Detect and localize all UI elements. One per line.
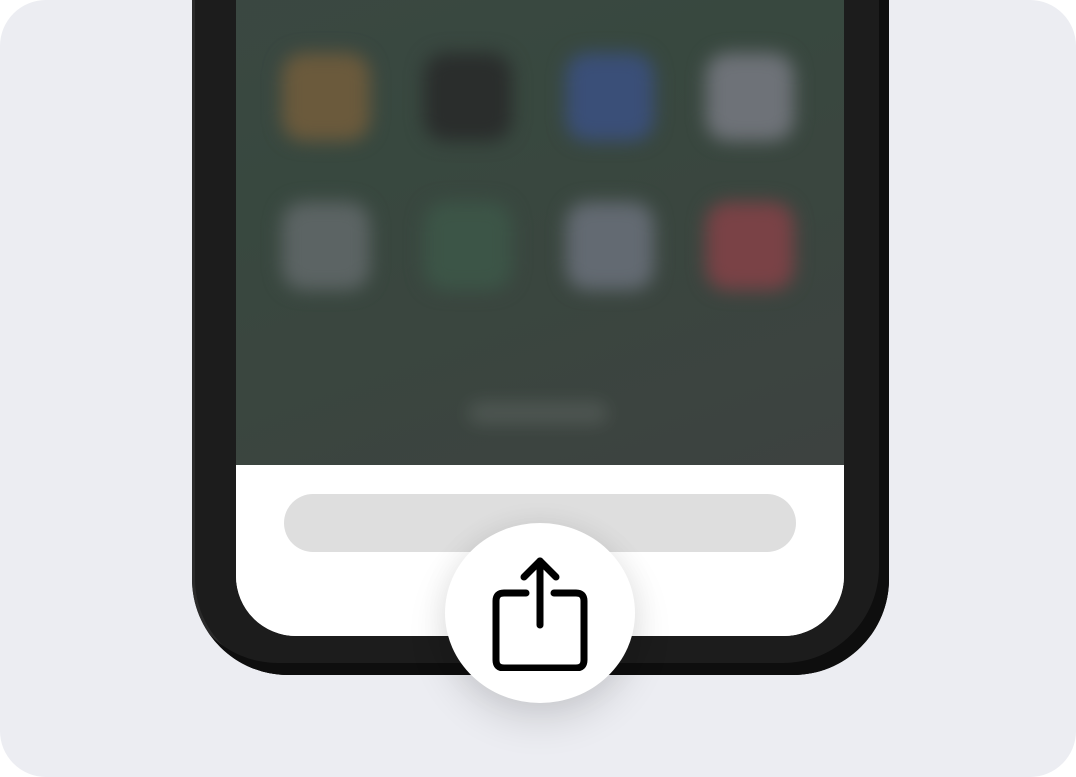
app-icon-green xyxy=(424,202,512,290)
blurred-home-screen xyxy=(236,0,844,465)
app-grid xyxy=(236,0,844,465)
share-button[interactable] xyxy=(445,523,635,703)
app-icon-white xyxy=(706,53,794,141)
app-icon-red xyxy=(706,202,794,290)
app-icon-light xyxy=(566,202,654,290)
app-icon-orange xyxy=(282,53,370,141)
app-icon-gray xyxy=(282,202,370,290)
app-icon-blue xyxy=(566,53,654,141)
share-icon xyxy=(492,557,588,671)
background-card xyxy=(0,0,1076,777)
page-indicator xyxy=(468,402,608,424)
app-icon-dark xyxy=(424,53,512,141)
